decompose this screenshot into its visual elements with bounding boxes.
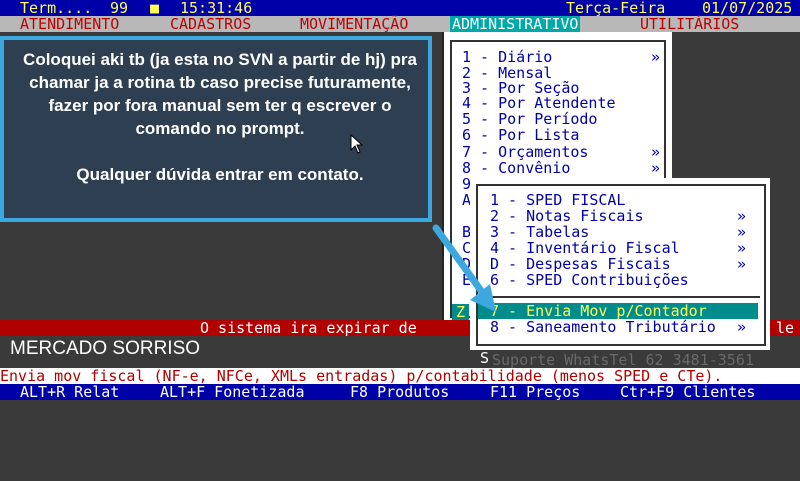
status-bar: Term.... 99 ■ 15:31:46 Terça-Feira 01/07…: [0, 0, 800, 16]
menu-movimentacao[interactable]: MOVIMENTAÇÃO: [300, 16, 408, 32]
submenu-item-despesas-fiscais[interactable]: D - Despesas Fiscais»: [490, 256, 760, 272]
expiry-warning-bar: O sistema ira expirar de: [0, 320, 470, 336]
submenu-arrow-icon: »: [736, 223, 746, 241]
submenu-item-saneamento-tributario[interactable]: 8 - Saneamento Tributário »: [490, 319, 760, 335]
square-icon: ■: [150, 0, 160, 17]
submenu-item-envia-mov-contador[interactable]: 7 - Envia Mov p/Contador: [478, 303, 758, 319]
annotation-callout: Coloquei aki tb (ja esta no SVN a partir…: [0, 36, 432, 222]
help-line-text: Envia mov fiscal (NF-e, NFCe, XMLs entra…: [0, 367, 723, 385]
submenu-item-sped-contribuicoes[interactable]: 6 - SPED Contribuições: [490, 272, 689, 288]
shortcut-alt-f[interactable]: ALT+F Fonetizada: [160, 384, 305, 400]
expiry-warning-text: O sistema ira expirar de: [200, 319, 417, 337]
submenu-arrow-icon: »: [736, 239, 746, 257]
weekday: Terça-Feira: [566, 0, 666, 17]
dropdown-item-diario[interactable]: 1 - Diário»: [462, 49, 666, 65]
menu-atendimento[interactable]: ATENDIMENTO: [20, 16, 119, 32]
submenu-arrow-icon: »: [736, 255, 746, 273]
submenu-arrow-icon: »: [650, 143, 660, 161]
submenu-trailing-letter: S: [480, 349, 490, 367]
menu-bar: ATENDIMENTO CADASTROS MOVIMENTAÇÃO ADMIN…: [0, 16, 800, 32]
dropdown-item-orcamentos[interactable]: 7 - Orçamentos»: [462, 144, 666, 160]
expiry-warning-bar-right: le: [770, 320, 800, 336]
dropdown-item-convenio[interactable]: 8 - Convênio »: [462, 160, 666, 176]
shortcut-alt-r[interactable]: ALT+R Relat: [20, 384, 119, 400]
shortcut-f8[interactable]: F8 Produtos: [350, 384, 449, 400]
submenu-arrow-icon: »: [650, 48, 660, 66]
terminal-label: Term....: [20, 0, 93, 17]
submenu-item-inventario-fiscal[interactable]: 4 - Inventário Fiscal»: [490, 240, 760, 256]
support-contact-text: Suporte WhatsTel 62 3481-3561: [492, 351, 754, 369]
dropdown-item-por-lista[interactable]: 6 - Por Lista: [462, 127, 579, 143]
help-line: Envia mov fiscal (NF-e, NFCe, XMLs entra…: [0, 368, 800, 384]
current-date: 01/07/2025: [702, 0, 793, 17]
dropdown-item-por-periodo[interactable]: 5 - Por Período: [462, 111, 597, 127]
submenu-item-sped-fiscal[interactable]: 1 - SPED FISCAL: [490, 192, 625, 208]
mouse-cursor-icon: [350, 134, 364, 154]
submenu-item-tabelas[interactable]: 3 - Tabelas»: [490, 224, 760, 240]
callout-paragraph: Qualquer dúvida entrar em contato.: [76, 165, 364, 184]
callout-paragraph: Coloquei aki tb (ja esta no SVN a partir…: [23, 50, 417, 138]
submenu-item-notas-fiscais[interactable]: 2 - Notas Fiscais»: [490, 208, 760, 224]
terminal-number: 99: [110, 0, 129, 17]
shortcut-bar: ALT+R Relat ALT+F Fonetizada F8 Produtos…: [0, 384, 800, 400]
dropdown-item-por-atendente[interactable]: 4 - Por Atendente: [462, 95, 616, 111]
clock-time: 15:31:46: [180, 0, 253, 17]
fiscal-submenu: 1 - SPED FISCAL 2 - Notas Fiscais» 3 - T…: [470, 178, 770, 366]
submenu-arrow-icon: »: [650, 159, 660, 177]
menu-utilitarios[interactable]: UTILITÁRIOS: [640, 16, 739, 32]
company-name: MERCADO SORRISO: [10, 338, 201, 359]
menu-cadastros[interactable]: CADASTROS: [170, 16, 251, 32]
submenu-item-label: 8 - Saneamento Tributário: [490, 318, 716, 336]
expiry-warning-fragment: le: [776, 319, 795, 337]
submenu-arrow-icon: »: [736, 318, 746, 336]
menu-administrativo[interactable]: ADMINISTRATIVO: [450, 16, 581, 32]
submenu-divider: [478, 296, 760, 298]
shortcut-ctrl-f9[interactable]: Ctr+F9 Clientes: [620, 384, 755, 400]
dropdown-item-label: 8 - Convênio: [462, 159, 571, 177]
dropdown-item-z[interactable]: Z: [452, 304, 470, 320]
shortcut-f11[interactable]: F11 Preços: [490, 384, 580, 400]
submenu-arrow-icon: »: [736, 207, 746, 225]
callout-text: Coloquei aki tb (ja esta no SVN a partir…: [18, 48, 422, 186]
